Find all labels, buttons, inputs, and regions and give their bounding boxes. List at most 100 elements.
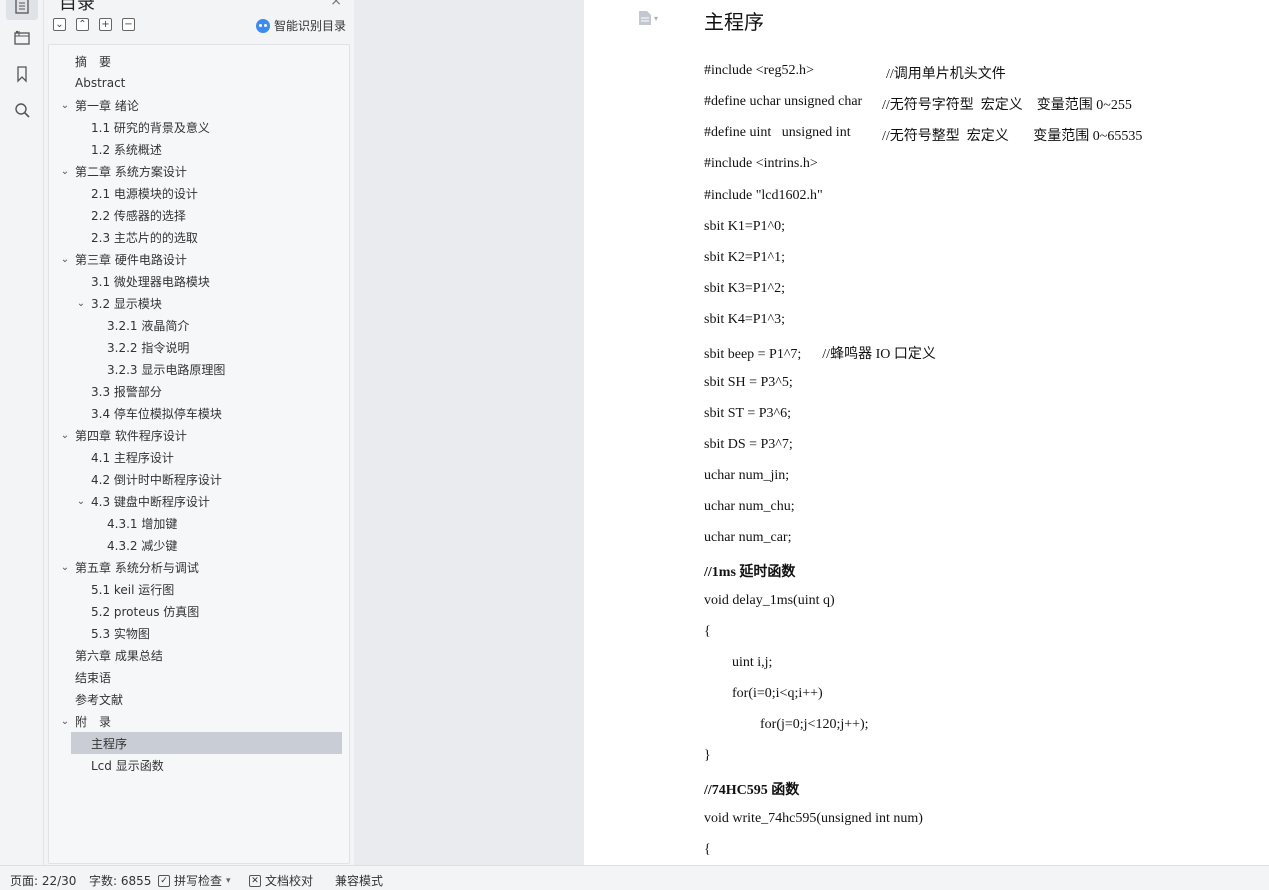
- code-line: sbit K3=P1^2;: [704, 281, 785, 297]
- toc-item-label: 2.3 主芯片的的选取: [91, 230, 198, 245]
- toc-item[interactable]: 1.1 研究的背景及意义: [49, 116, 349, 138]
- code-line: uchar num_chu;: [704, 499, 795, 515]
- chevron-down-icon[interactable]: ⌄: [76, 496, 86, 507]
- wps-writer-window: 目录 × ⌄ ⌃ + − 智能识别目录 摘 要 Abstract ⌄ 第一章 绪论 1.…: [0, 0, 1269, 890]
- toc-item-label: 3.2 显示模块: [91, 296, 162, 311]
- toc-item-label: Abstract: [75, 76, 126, 90]
- toc-item[interactable]: 4.3.2 减少键: [49, 534, 349, 556]
- code-line: {: [704, 623, 711, 639]
- chevron-down-icon[interactable]: ⌄: [76, 298, 86, 309]
- toc-item[interactable]: 3.2.2 指令说明: [49, 336, 349, 358]
- chevron-down-icon[interactable]: ⌄: [60, 254, 70, 265]
- page-count[interactable]: 页面: 22/30: [10, 872, 76, 889]
- toc-item-label: 附 录: [75, 714, 112, 729]
- compat-mode-label: 兼容模式: [335, 874, 384, 888]
- toc-item[interactable]: 5.3 实物图: [49, 622, 349, 644]
- toc-item-label: Lcd 显示函数: [91, 758, 164, 773]
- toc-item-label: 第二章 系统方案设计: [75, 164, 187, 179]
- toc-item-label: 结束语: [75, 670, 112, 685]
- toc-item[interactable]: 参考文献: [49, 688, 349, 710]
- toc-item[interactable]: ⌄ 第二章 系统方案设计: [49, 160, 349, 182]
- chevron-down-icon[interactable]: ⌄: [60, 430, 70, 441]
- toc-item[interactable]: 3.2.1 液晶简介: [49, 314, 349, 336]
- toc-item[interactable]: 第六章 成果总结: [49, 644, 349, 666]
- remove-heading-button[interactable]: −: [122, 18, 135, 31]
- toc-item-label: 4.1 主程序设计: [91, 450, 174, 465]
- toc-item[interactable]: ⌄ 3.2 显示模块: [49, 292, 349, 314]
- search-icon[interactable]: [6, 96, 38, 124]
- code-comment: //无符号整型 宏定义 变量范围 0~65535: [882, 129, 1143, 145]
- toc-item-label: 摘 要: [75, 54, 112, 69]
- toc-item-label: 主程序: [91, 736, 128, 751]
- toc-icon[interactable]: [6, 0, 38, 20]
- toc-title: 目录: [59, 0, 95, 14]
- toc-item[interactable]: 1.2 系统概述: [49, 138, 349, 160]
- chevron-down-icon: ▾: [654, 13, 659, 23]
- toc-item[interactable]: 主程序: [71, 732, 342, 754]
- toc-item[interactable]: 3.1 微处理器电路模块: [49, 270, 349, 292]
- collapse-all-button[interactable]: ⌄: [53, 18, 66, 31]
- toc-item-label: 3.2.2 指令说明: [107, 340, 190, 355]
- code-line: #define uchar unsigned char: [704, 94, 863, 110]
- nav-panel-icon[interactable]: [6, 24, 38, 52]
- chevron-down-icon[interactable]: ⌄: [60, 100, 70, 111]
- toc-item[interactable]: 2.1 电源模块的设计: [49, 182, 349, 204]
- toc-item-label: 2.2 传感器的选择: [91, 208, 186, 223]
- chevron-down-icon[interactable]: ⌄: [60, 716, 70, 727]
- code-line: {: [704, 841, 711, 857]
- add-heading-button[interactable]: +: [99, 18, 112, 31]
- code-line: uchar num_jin;: [704, 467, 790, 483]
- toc-item-label: 参考文献: [75, 692, 124, 707]
- toc-item-label: 4.3.1 增加键: [107, 516, 178, 531]
- toc-item[interactable]: ⌄ 第五章 系统分析与调试: [49, 556, 349, 578]
- proofread-button[interactable]: ✕ 文档校对: [249, 872, 313, 889]
- smart-toc-button[interactable]: 智能识别目录: [255, 17, 346, 34]
- toc-item[interactable]: ⌄ 附 录: [49, 710, 349, 732]
- code-line: uchar num_car;: [704, 530, 792, 546]
- expand-up-button[interactable]: ⌃: [76, 18, 89, 31]
- code-line: sbit DS = P3^7;: [704, 436, 793, 452]
- toc-item[interactable]: 3.3 报警部分: [49, 380, 349, 402]
- toc-item[interactable]: ⌄ 第三章 硬件电路设计: [49, 248, 349, 270]
- code-line: sbit ST = P3^6;: [704, 405, 791, 421]
- toc-item-label: 4.3.2 减少键: [107, 538, 178, 553]
- code-line: sbit beep = P1^7; //蜂鸣器 IO 口定义: [704, 347, 936, 363]
- word-count[interactable]: 字数: 6855: [89, 872, 151, 889]
- toc-item[interactable]: 摘 要: [49, 50, 349, 72]
- toc-item-label: 4.2 倒计时中断程序设计: [91, 472, 222, 487]
- chevron-down-icon[interactable]: ⌄: [60, 562, 70, 573]
- close-icon[interactable]: ×: [330, 0, 342, 9]
- side-rail: [0, 0, 44, 865]
- toc-item[interactable]: 5.2 proteus 仿真图: [49, 600, 349, 622]
- document-page[interactable]: ▾ 主程序 #include <reg52.h> //调用单片机头文件 #defin…: [584, 0, 1269, 865]
- toc-item[interactable]: 3.2.3 显示电路原理图: [49, 358, 349, 380]
- toc-item[interactable]: 4.1 主程序设计: [49, 446, 349, 468]
- toc-item[interactable]: ⌄ 4.3 键盘中断程序设计: [49, 490, 349, 512]
- toc-item[interactable]: 3.4 停车位模拟停车模块: [49, 402, 349, 424]
- toc-item[interactable]: 2.3 主芯片的的选取: [49, 226, 349, 248]
- code-comment-heading: //74HC595 函数: [704, 783, 800, 799]
- code-line: sbit K4=P1^3;: [704, 312, 785, 328]
- toc-item[interactable]: 5.1 keil 运行图: [49, 578, 349, 600]
- toc-item[interactable]: ⌄ 第一章 绪论: [49, 94, 349, 116]
- code-line: void write_74hc595(unsigned int num): [704, 810, 923, 826]
- spell-check-button[interactable]: ✓ 拼写检查 ▾: [158, 872, 231, 889]
- spell-check-label: 拼写检查: [174, 874, 223, 888]
- toc-item[interactable]: 4.2 倒计时中断程序设计: [49, 468, 349, 490]
- document-icon[interactable]: ▾: [638, 10, 658, 26]
- workspace-gap: [354, 0, 584, 865]
- chevron-down-icon[interactable]: ⌄: [60, 166, 70, 177]
- code-line: #include <reg52.h>: [704, 63, 814, 78]
- page-heading: 主程序: [704, 10, 764, 34]
- toc-item-label: 5.1 keil 运行图: [91, 582, 175, 597]
- toc-item[interactable]: ⌄ 第四章 软件程序设计: [49, 424, 349, 446]
- toc-item[interactable]: 2.2 传感器的选择: [49, 204, 349, 226]
- code-line: #include <intrins.h>: [704, 156, 818, 172]
- toc-item[interactable]: 4.3.1 增加键: [49, 512, 349, 534]
- bookmark-icon[interactable]: [6, 60, 38, 88]
- code-comment-heading: //1ms 延时函数: [704, 565, 796, 581]
- toc-item[interactable]: 结束语: [49, 666, 349, 688]
- toc-item[interactable]: Lcd 显示函数: [49, 754, 349, 776]
- code-line: sbit K1=P1^0;: [704, 218, 785, 234]
- toc-item[interactable]: Abstract: [49, 72, 349, 94]
